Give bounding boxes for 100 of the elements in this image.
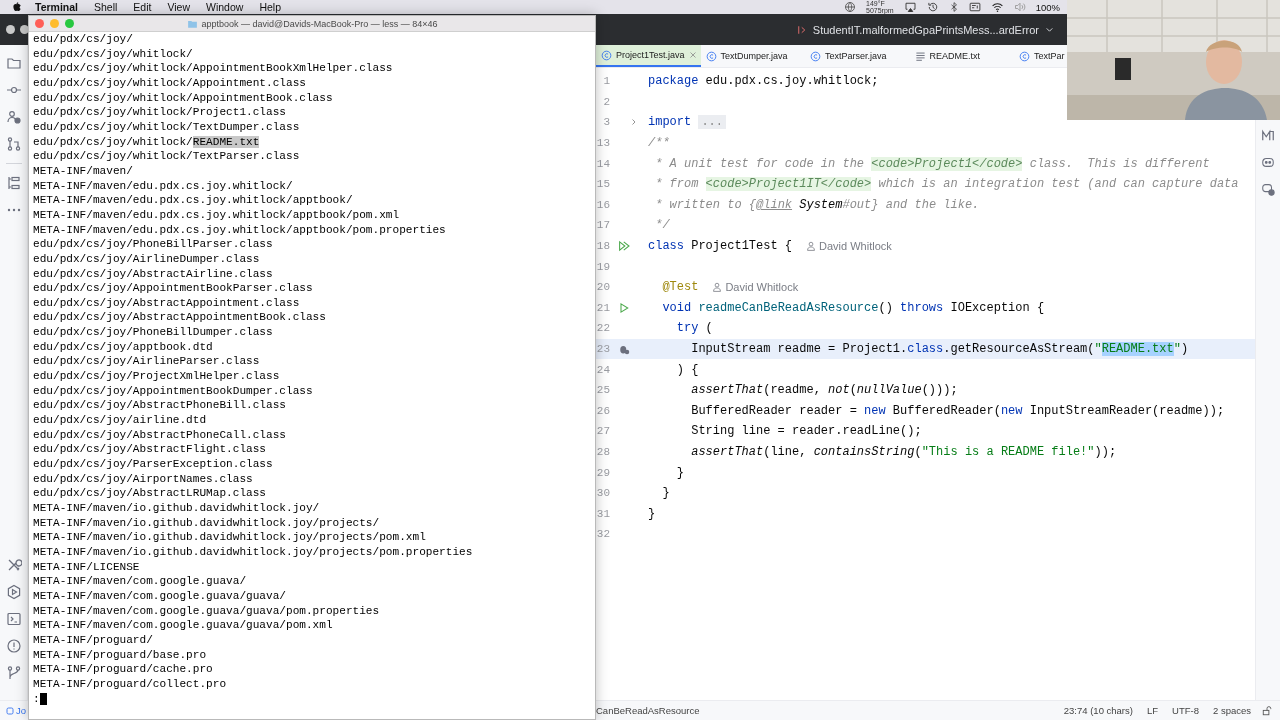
code-line: @Test [661, 280, 699, 295]
battery-percentage[interactable]: 100% [1035, 1, 1060, 13]
code-line: */ [654, 218, 670, 233]
terminal-line: edu/pdx/cs/joy/ParserException.class [33, 457, 273, 472]
terminal-line: edu/pdx/cs/joy/whitlock/Appointment.class [33, 75, 306, 91]
terminal-line: META-INF/maven/edu.pdx.cs.joy.whitlock/apptbook/ [33, 193, 353, 208]
line-number: 26 [596, 404, 610, 417]
menu-item[interactable]: View [159, 1, 198, 13]
line-number: 27 [596, 425, 610, 438]
breadcrumb[interactable]: CanBeReadAsResource [596, 705, 1057, 716]
code-line: package edu.pdx.cs.joy.whitlock; [648, 74, 879, 89]
line-number: 32 [596, 528, 610, 541]
file-encoding[interactable]: UTF-8 [1165, 705, 1206, 716]
terminal-line: edu/pdx/cs/joy/AirlineParser.class [33, 354, 260, 370]
line-number: 22 [596, 322, 610, 335]
file-tab[interactable]: Project1Test.java [596, 45, 701, 67]
terminal-line: META-INF/maven/edu.pdx.cs.joy.whitlock/apptbook/pom.properties [33, 222, 446, 238]
line-number: 2 [602, 95, 610, 108]
terminal-line: META-INF/maven/com.google.guava/guava/ [33, 588, 286, 604]
pager-prompt: : [33, 691, 40, 707]
code-line: String line = reader.readLine(); [690, 424, 922, 439]
line-number: 28 [596, 446, 610, 458]
code-line: BufferedReader reader = new BufferedReader(new InputStreamReader(readme)); [690, 403, 1225, 418]
terminal-line: META-INF/proguard/collect.pro [33, 676, 227, 692]
terminal-line: META-INF/LICENSE [33, 559, 140, 575]
code-line: assertThat(readme, not(nullValue())); [690, 383, 958, 398]
line-number: 14 [596, 157, 610, 170]
project-name[interactable]: Jo [16, 705, 27, 716]
code-line: try ( [675, 321, 713, 336]
terminal-line: META-INF/proguard/base.pro [33, 647, 207, 663]
indent-setting[interactable]: 2 spaces [1205, 705, 1258, 716]
terminal-line: META-INF/maven/io.github.davidwhitlock.joy/projects/pom.xml [33, 530, 426, 545]
file-tab[interactable]: TextDumper.java [700, 45, 805, 67]
terminal-line: META-INF/maven/com.google.guava/guava/pom.xml [33, 618, 333, 633]
terminal-line: edu/pdx/cs/joy/AirlineDumper.class [33, 251, 260, 267]
terminal-line: edu/pdx/cs/joy/AbstractFlight.class [33, 442, 266, 458]
terminal-line: edu/pdx/cs/joy/ [33, 32, 133, 47]
terminal-line: edu/pdx/cs/joy/ProjectXmlHelper.class [33, 369, 280, 384]
terminal-line: edu/pdx/cs/joy/whitlock/AppointmentBookXmlHelper.class [33, 61, 393, 76]
line-number: 29 [596, 466, 610, 479]
terminal-line: META-INF/maven/io.github.davidwhitlock.joy/projects/ [33, 515, 380, 531]
code-line: /** [648, 136, 670, 151]
line-number: 24 [596, 363, 610, 376]
code-line: * from <code>Project1IT</code> which is an integration test (and can capture data [654, 177, 1239, 192]
file-tab[interactable]: README.txt [909, 45, 1014, 67]
terminal-line: META-INF/maven/io.github.davidwhitlock.joy/projects/pom.properties [33, 544, 473, 560]
terminal-line: edu/pdx/cs/joy/airline.dtd [33, 413, 207, 428]
code-line: * A unit test for code in the <code>Project1</code> class. This is different [654, 156, 1210, 171]
code-line: class Project1Test { [648, 239, 793, 254]
menu-item[interactable]: Edit [125, 1, 160, 13]
file-tab[interactable]: TextParser.java [805, 45, 910, 67]
terminal-line: edu/pdx/cs/joy/whitlock/ [33, 46, 193, 62]
menu-item[interactable]: Window [198, 1, 252, 13]
terminal-line: META-INF/maven/io.github.davidwhitlock.joy/ [33, 501, 320, 516]
line-number: 20 [596, 281, 610, 294]
author-hint[interactable]: David Whitlock [712, 281, 799, 294]
author-hint[interactable]: David Whitlock [806, 240, 892, 253]
terminal-line: META-INF/maven/com.google.guava/guava/pom.properties [33, 603, 380, 619]
line-number: 3 [602, 116, 610, 129]
terminal-line: edu/pdx/cs/joy/whitlock/AppointmentBook.class [33, 90, 333, 106]
terminal-line: edu/pdx/cs/joy/apptbook.dtd [33, 339, 213, 355]
line-number: 16 [596, 198, 610, 211]
terminal-line: META-INF/maven/com.google.guava/ [33, 574, 247, 589]
terminal-line: edu/pdx/cs/joy/AbstractPhoneBill.class [33, 398, 286, 414]
terminal-line: edu/pdx/cs/joy/whitlock/Project1.class [33, 105, 286, 120]
terminal-line: edu/pdx/cs/joy/PhoneBillParser.class [33, 237, 273, 252]
file-tab[interactable]: TextPar [1014, 45, 1065, 67]
terminal-line: META-INF/proguard/ [33, 632, 153, 648]
line-number: 18 [596, 240, 610, 253]
run-configuration-selector[interactable]: StudentIT.malformedGpaPrintsMess...ardError [788, 19, 1060, 40]
code-line: } [675, 465, 684, 480]
terminal-line: META-INF/maven/ [33, 163, 133, 179]
line-number: 30 [596, 487, 610, 500]
terminal-line: META-INF/proguard/cache.pro [33, 662, 213, 677]
menu-item[interactable]: Help [251, 1, 289, 13]
terminal-line: edu/pdx/cs/joy/whitlock/README.txt [33, 134, 260, 150]
line-number: 31 [596, 507, 610, 520]
line-number: 23 [596, 343, 610, 355]
line-number: 19 [596, 260, 610, 273]
terminal-line: META-INF/maven/edu.pdx.cs.joy.whitlock/apptbook/pom.xml [33, 207, 400, 223]
caret-position[interactable]: 23:74 (10 chars) [1056, 705, 1140, 716]
terminal-line: edu/pdx/cs/joy/whitlock/TextDumper.class [33, 119, 300, 135]
terminal-line: edu/pdx/cs/joy/AppointmentBookParser.class [33, 281, 313, 296]
menu-item[interactable]: Shell [86, 1, 126, 13]
terminal-line: edu/pdx/cs/joy/AirportNames.class [33, 471, 253, 487]
app-menu[interactable]: Terminal [23, 1, 86, 13]
code-line: assertThat(line, containsString("This is a README file!")); [690, 445, 1117, 459]
terminal-line: edu/pdx/cs/joy/AppointmentBookDumper.class [33, 383, 313, 399]
line-number: 13 [596, 137, 610, 150]
code-line: * written to {@link System#out} and the like. [654, 197, 980, 212]
line-number: 17 [596, 219, 610, 232]
line-number: 21 [596, 301, 610, 314]
line-separator[interactable]: LF [1139, 705, 1166, 716]
code-line: InputStream readme = Project1.class.getResourceAsStream("README.txt") [690, 342, 1189, 356]
terminal-line: edu/pdx/cs/joy/AbstractAirline.class [33, 266, 273, 282]
line-number: 15 [596, 178, 610, 191]
terminal-line: edu/pdx/cs/joy/whitlock/TextParser.class [33, 149, 300, 164]
terminal-line: META-INF/maven/edu.pdx.cs.joy.whitlock/ [33, 178, 293, 194]
terminal-line: edu/pdx/cs/joy/PhoneBillDumper.class [33, 325, 273, 340]
code-line: void readmeCanBeReadAsResource() throws IOException { [661, 300, 1045, 315]
